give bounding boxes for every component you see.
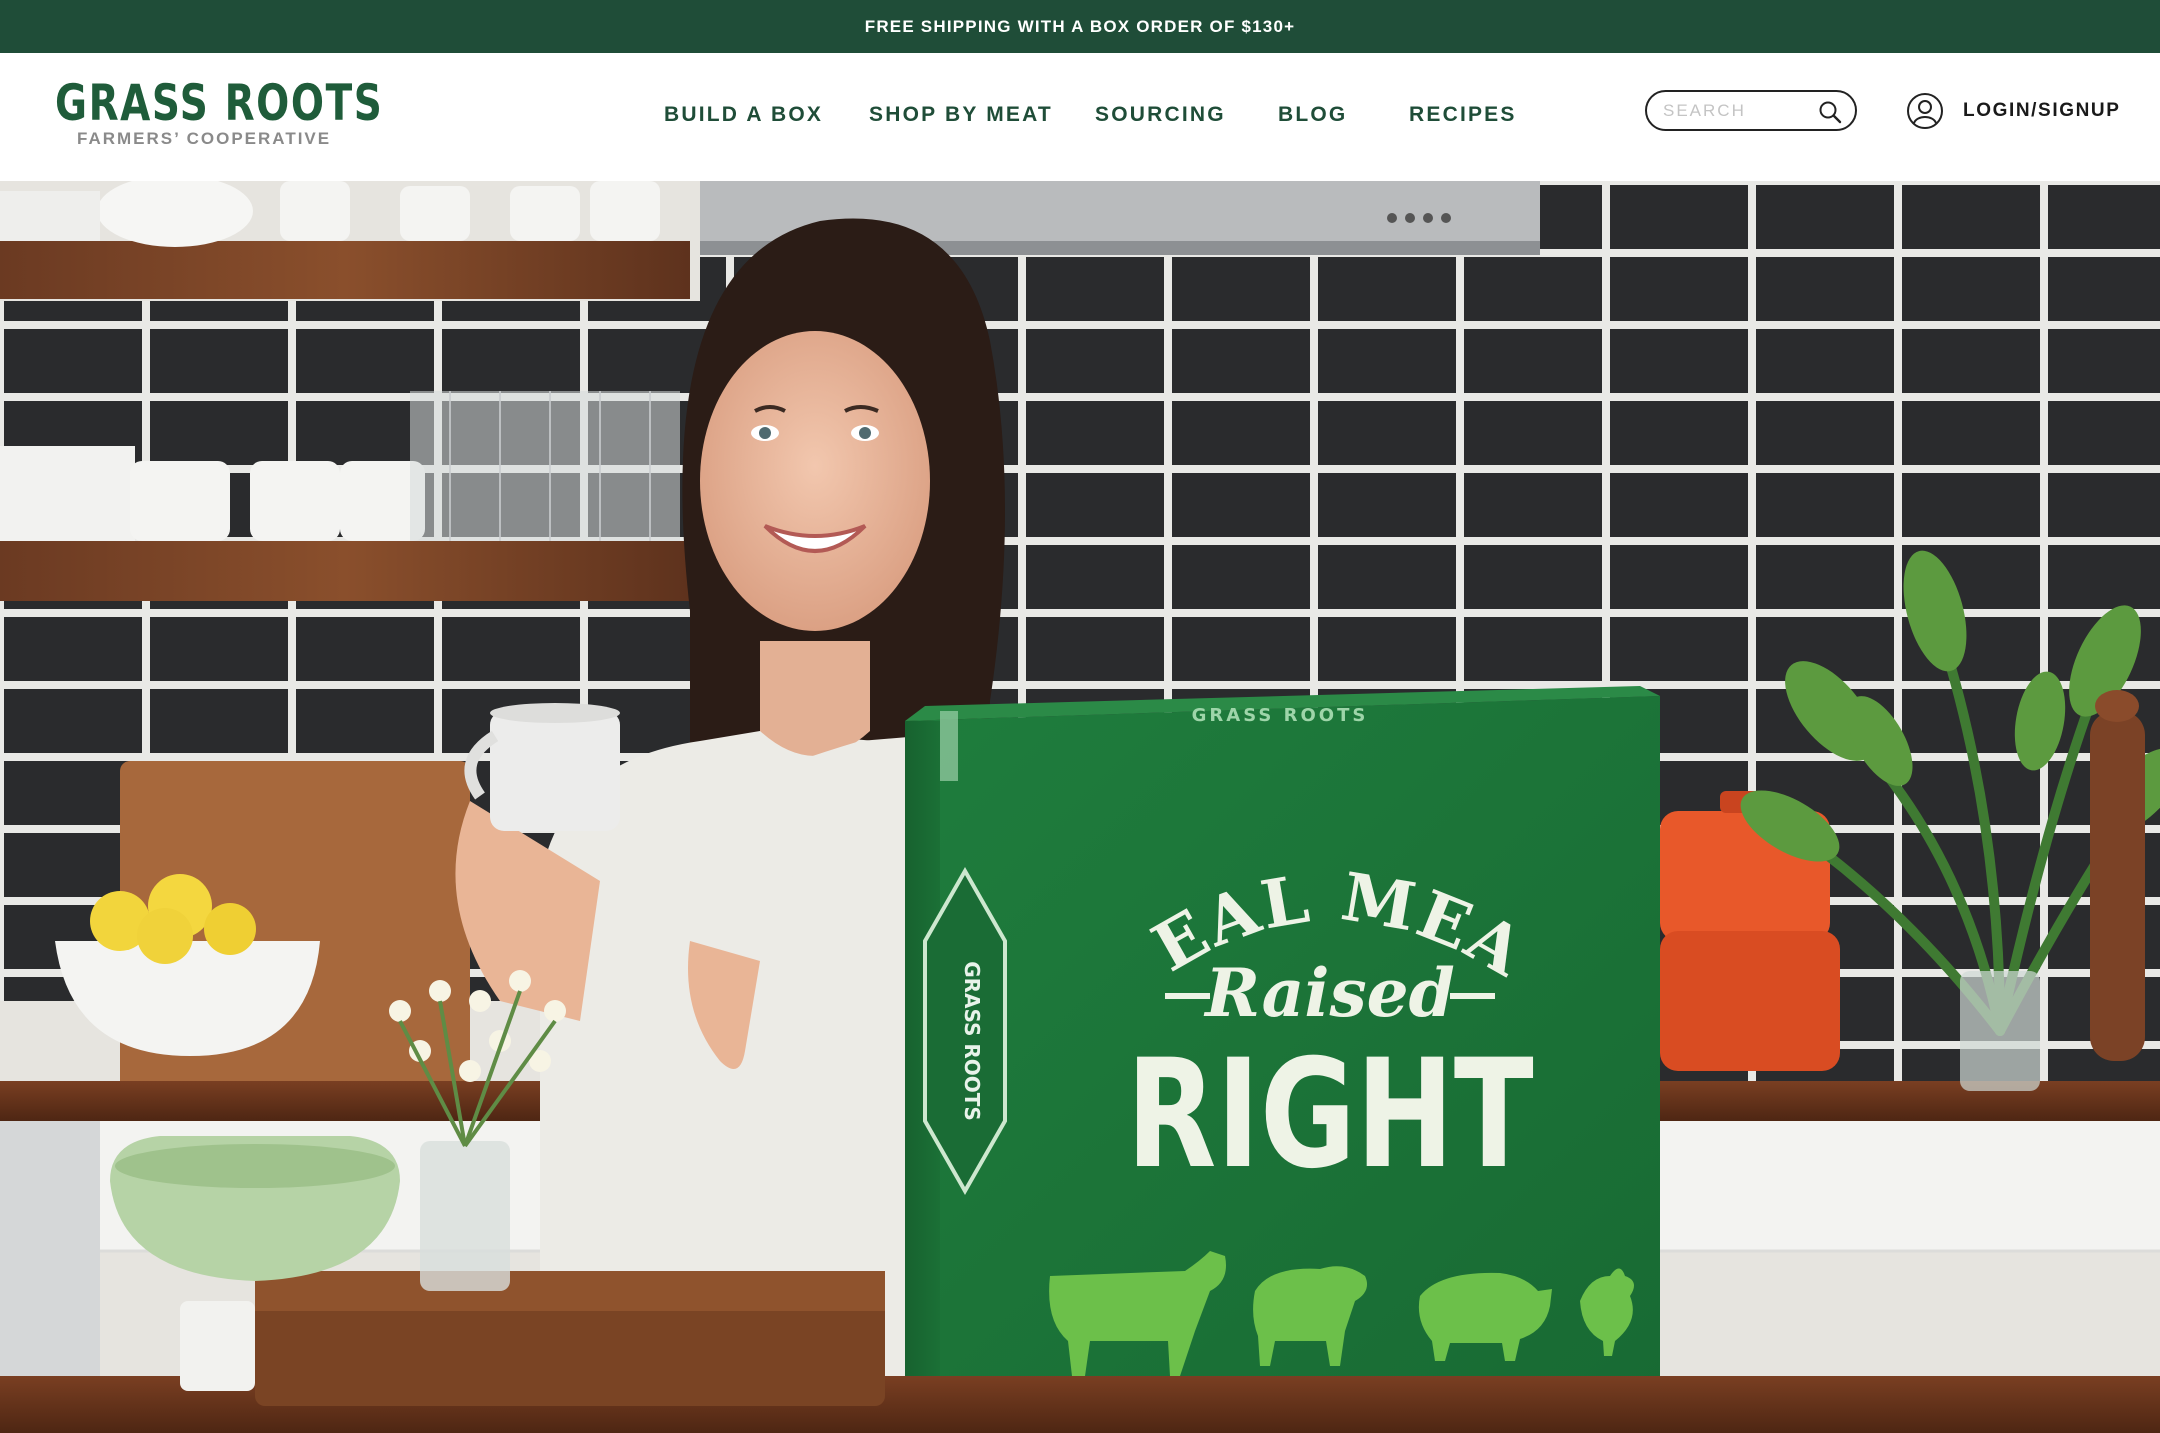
box-badge-text: GRASS ROOTS (960, 961, 984, 1121)
search-box (1645, 90, 1857, 131)
user-icon (1907, 93, 1943, 129)
nav-build-a-box[interactable]: BUILD A BOX (664, 103, 823, 127)
box-headline-line3: RIGHT (1126, 1027, 1534, 1202)
hero-banner: GRASS ROOTS GRASS ROOTS REAL MEAT Raised… (0, 181, 2160, 1433)
hero-image: GRASS ROOTS GRASS ROOTS REAL MEAT Raised… (0, 181, 2160, 1433)
site-header: GRASS ROOTS FARMERS’ COOPERATIVE BUILD A… (0, 53, 2160, 181)
nav-sourcing[interactable]: SOURCING (1095, 103, 1226, 127)
box-lid-text: GRASS ROOTS (1192, 705, 1369, 726)
nav-shop-by-meat[interactable]: SHOP BY MEAT (869, 103, 1053, 127)
nav-recipes[interactable]: RECIPES (1409, 103, 1517, 127)
login-signup-link[interactable]: LOGIN/SIGNUP (1906, 91, 2121, 131)
login-signup-label: LOGIN/SIGNUP (1963, 100, 2121, 121)
search-input[interactable] (1663, 100, 1813, 121)
promo-banner: FREE SHIPPING WITH A BOX ORDER OF $130+ (0, 0, 2160, 53)
promo-text: FREE SHIPPING WITH A BOX ORDER OF $130+ (864, 16, 1296, 36)
search-icon[interactable] (1817, 99, 1843, 125)
nav-blog[interactable]: BLOG (1278, 103, 1347, 127)
box-headline-line2: Raised (1203, 954, 1455, 1032)
